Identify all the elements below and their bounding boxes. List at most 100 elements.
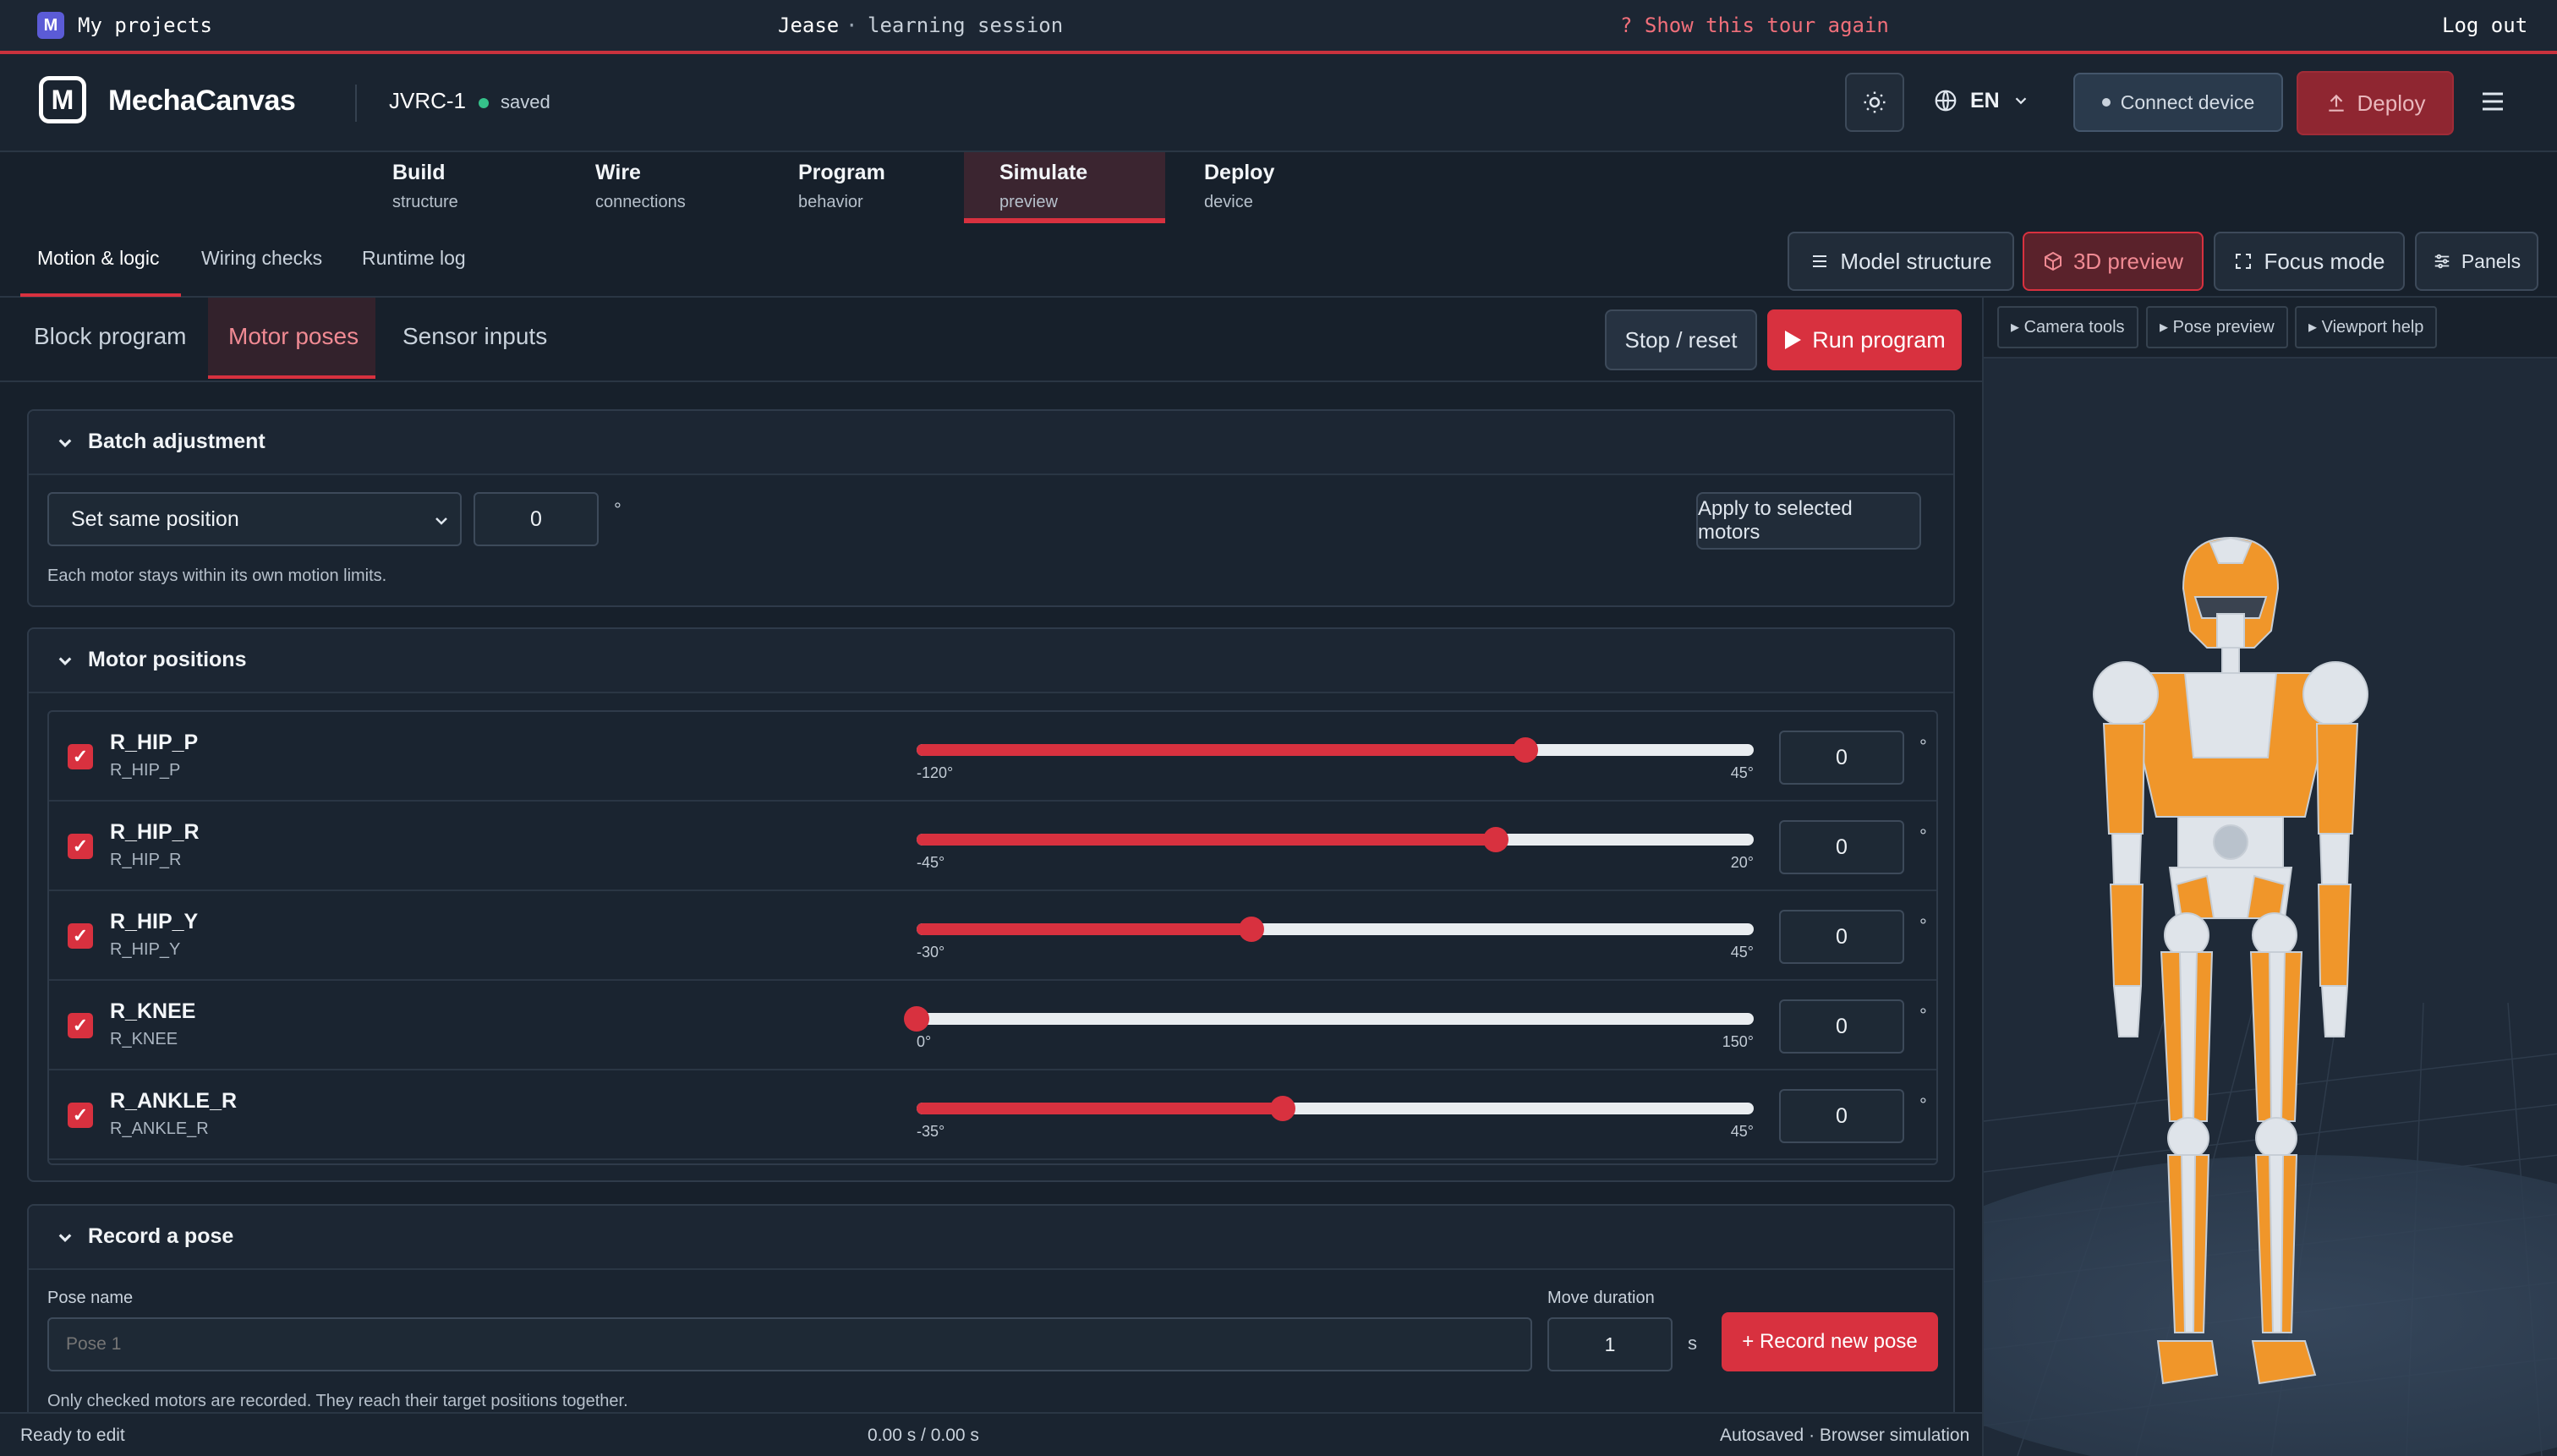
status-left: Ready to edit: [20, 1426, 125, 1445]
record-new-pose-button[interactable]: + Record new pose: [1722, 1312, 1938, 1371]
motor-slider[interactable]: [917, 737, 1754, 763]
app-logo-icon[interactable]: M: [37, 12, 64, 39]
focus-mode-label: Focus mode: [2264, 248, 2385, 274]
motor-slider[interactable]: [917, 1096, 1754, 1121]
3d-viewport[interactable]: ▸ Camera tools ▸ Pose preview ▸ Viewport…: [1982, 298, 2557, 1456]
motor-slider-thumb[interactable]: [1270, 1096, 1296, 1121]
viewport-toolbar: ▸ Camera tools ▸ Pose preview ▸ Viewport…: [1984, 298, 2557, 359]
motor-slider-thumb[interactable]: [1483, 827, 1509, 852]
stage-tab-wire[interactable]: Wire connections: [560, 152, 761, 223]
motor-id: R_KNEE: [110, 1030, 178, 1048]
chevron-down-icon: [58, 439, 72, 447]
motor-positions-card: Motor positions ✓ R_HIP_P R_HIP_P -120° 45° 0…: [27, 627, 1955, 1182]
motor-slider-thumb[interactable]: [904, 1006, 929, 1032]
tab-wiring-checks[interactable]: Wiring checks: [201, 247, 322, 270]
record-pose-title: Record a pose: [88, 1224, 234, 1248]
session-label: learning session: [868, 14, 1064, 37]
motor-checkbox[interactable]: ✓: [68, 744, 93, 769]
motor-max-label: 20°: [1730, 854, 1754, 871]
panels-button[interactable]: Panels: [2415, 232, 2538, 291]
motor-slider[interactable]: [917, 917, 1754, 942]
motor-slider[interactable]: [917, 827, 1754, 852]
move-duration-input[interactable]: 1: [1547, 1317, 1673, 1371]
deploy-button[interactable]: Deploy: [2297, 71, 2454, 135]
record-hint: Only checked motors are recorded. They r…: [47, 1392, 628, 1410]
tab-motor-poses[interactable]: Motor poses: [228, 323, 359, 350]
pose-name-input[interactable]: [47, 1317, 1532, 1371]
motor-checkbox[interactable]: ✓: [68, 1103, 93, 1128]
menu-button[interactable]: [2478, 86, 2508, 121]
move-duration-label: Move duration: [1547, 1289, 1655, 1307]
record-pose-header[interactable]: Record a pose: [29, 1206, 1953, 1270]
logout-link[interactable]: Log out: [2442, 0, 2527, 51]
stage-label: Simulate: [999, 161, 1088, 184]
panel-tabs-divider: [0, 380, 1982, 382]
motor-value-input[interactable]: 0: [1779, 1089, 1904, 1143]
record-new-pose-label: + Record new pose: [1742, 1330, 1918, 1353]
apply-to-selected-button[interactable]: Apply to selected motors: [1696, 492, 1921, 550]
stage-tab-build[interactable]: Build structure: [357, 152, 558, 223]
session-user: Jease: [778, 14, 840, 37]
my-projects-link[interactable]: My projects: [78, 0, 212, 51]
list-icon: [1813, 255, 1827, 267]
status-bar: Ready to edit 0.00 s / 0.00 s Autosaved …: [0, 1412, 1982, 1456]
motor-row: ✓ R_ANKLE_R R_ANKLE_R -35° 45° 0 °: [49, 1070, 1936, 1160]
camera-tools-toggle[interactable]: ▸ Camera tools: [1997, 306, 2138, 348]
motor-positions-header[interactable]: Motor positions: [29, 629, 1953, 693]
tab-runtime-log[interactable]: Runtime log: [362, 247, 466, 270]
model-structure-label: Model structure: [1840, 248, 1992, 274]
tab-sensor-inputs[interactable]: Sensor inputs: [402, 323, 547, 350]
motor-slider-thumb[interactable]: [1512, 737, 1538, 763]
motor-max-label: 150°: [1722, 1033, 1754, 1050]
chevron-down-icon: [58, 1234, 72, 1242]
batch-mode-select[interactable]: Set same position: [47, 492, 462, 546]
motor-min-label: -30°: [917, 944, 945, 961]
panels-label: Panels: [2461, 249, 2521, 272]
language-selector[interactable]: EN: [1933, 88, 2030, 113]
motor-value-input[interactable]: 0: [1779, 910, 1904, 964]
batch-adjustment-header[interactable]: Batch adjustment: [29, 411, 1953, 475]
batch-hint: Each motor stays within its own motion l…: [47, 567, 387, 585]
caret-right-icon: ▸: [2160, 318, 2169, 337]
header-divider: [355, 85, 357, 122]
theme-toggle-button[interactable]: [1845, 73, 1904, 132]
motor-max-label: 45°: [1730, 1123, 1754, 1140]
stage-tab-program[interactable]: Program behavior: [763, 152, 964, 223]
motor-value-input[interactable]: 0: [1779, 820, 1904, 874]
batch-mode-value: Set same position: [71, 507, 239, 531]
workflow-stage-tabs: Build structure Wire connections Program…: [0, 152, 2557, 223]
tab-block-program[interactable]: Block program: [34, 323, 187, 350]
motor-value-input[interactable]: 0: [1779, 999, 1904, 1054]
3d-preview-button[interactable]: 3D preview: [2023, 232, 2204, 291]
project-name: JVRC-1: [389, 88, 467, 113]
motor-unit: °: [1919, 1094, 1927, 1115]
motor-checkbox[interactable]: ✓: [68, 834, 93, 859]
stage-tab-deploy[interactable]: Deploy device: [1169, 152, 1370, 223]
motor-checkbox[interactable]: ✓: [68, 923, 93, 949]
connect-device-button[interactable]: Connect device: [2073, 73, 2283, 132]
chevron-down-icon: [58, 657, 72, 665]
chevron-down-icon: [2015, 97, 2027, 105]
model-structure-button[interactable]: Model structure: [1788, 232, 2014, 291]
show-tour-link[interactable]: ? Show this tour again: [1620, 0, 1889, 51]
tab-motion-logic[interactable]: Motion & logic: [37, 247, 159, 270]
pose-preview-toggle[interactable]: ▸ Pose preview: [2146, 306, 2288, 348]
stage-sublabel: structure: [392, 193, 458, 211]
brand-name: MechaCanvas: [108, 85, 296, 117]
viewport-help-toggle[interactable]: ▸ Viewport help: [2295, 306, 2438, 348]
motor-id: R_ANKLE_R: [110, 1119, 209, 1138]
saved-status-dot-icon: [479, 98, 489, 108]
motor-checkbox[interactable]: ✓: [68, 1013, 93, 1038]
active-tab-underline: [20, 293, 181, 297]
stop-reset-button[interactable]: Stop / reset: [1605, 309, 1757, 370]
stage-tab-simulate[interactable]: Simulate preview: [964, 152, 1165, 223]
motor-value-input[interactable]: 0: [1779, 731, 1904, 785]
motor-positions-title: Motor positions: [88, 648, 247, 671]
batch-value-input[interactable]: 0: [474, 492, 599, 546]
run-program-button[interactable]: Run program: [1767, 309, 1962, 370]
play-icon: [1785, 331, 1802, 349]
motor-slider[interactable]: [904, 1006, 1754, 1032]
motor-slider-thumb[interactable]: [1239, 917, 1264, 942]
language-label: EN: [1970, 88, 2000, 112]
focus-mode-button[interactable]: Focus mode: [2214, 232, 2405, 291]
